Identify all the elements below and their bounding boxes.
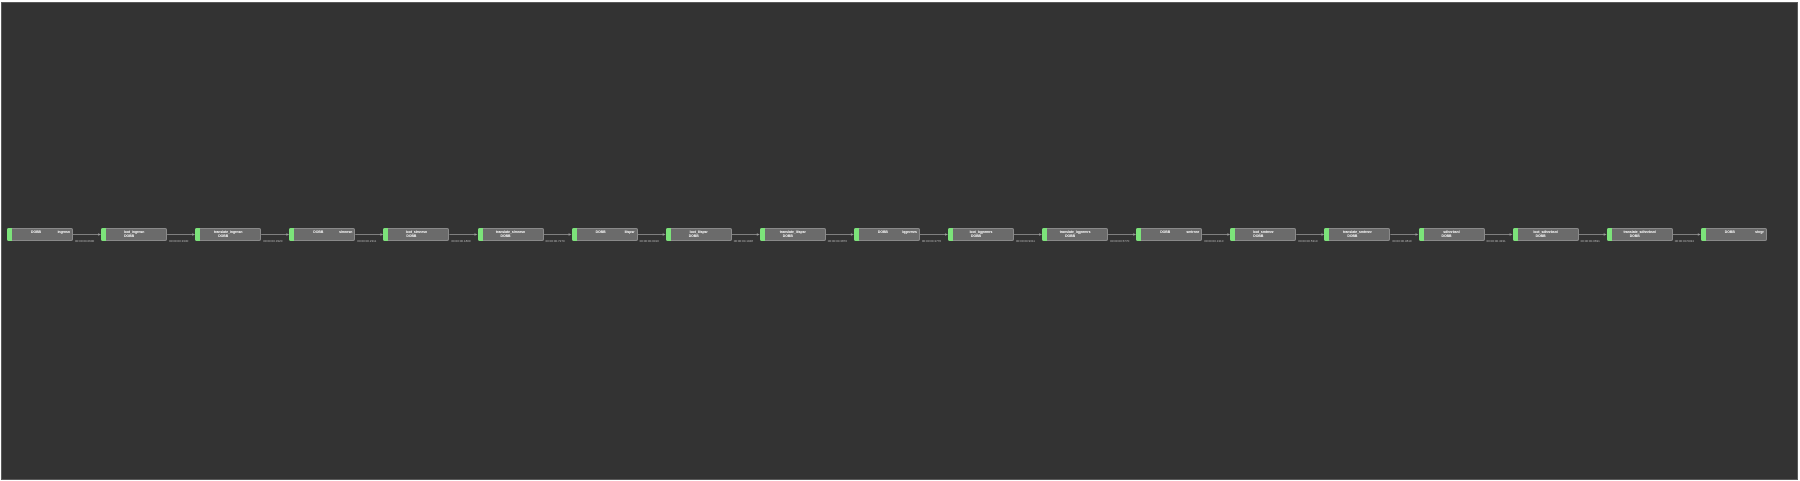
node-id: DOBB [1629, 234, 1640, 238]
node-id: ingrnsn [57, 230, 70, 234]
node-name: translate_ingrnsn [213, 230, 243, 234]
node-id: DOBB [124, 234, 135, 238]
node-id: DOBB [406, 234, 417, 238]
edge-duration-label: 00:00:00.3330 [169, 239, 189, 243]
edge-duration-label: 00:00:00.1800 [451, 239, 471, 243]
edge-duration-label: 00:00:00.5310 [1298, 239, 1318, 243]
node-id: liispsr [624, 230, 635, 234]
node-name: translate_smtrnnr [1342, 230, 1372, 234]
status-indicator [289, 228, 295, 241]
flow-node[interactable]: loot_slmnrsn DOBB [383, 228, 450, 241]
status-indicator [7, 228, 12, 241]
node-name: translate_slmnrsn [495, 230, 526, 234]
node-name: DOBB [595, 230, 606, 234]
node-id: DOBB [500, 234, 511, 238]
flow-node[interactable]: translate_liispsr DOBB [759, 228, 826, 241]
edge-duration-label: 00:00:00.2311 [357, 239, 377, 243]
node-name: loot_ingrnsn [123, 230, 145, 234]
edge-duration-label: 00:00:00.7270 [545, 239, 565, 243]
node-id: DOBB [1253, 234, 1264, 238]
diagram-canvas[interactable]: DOBB ingrnsn loot_ingrnsn DOBB translate_ing… [0, 0, 1800, 481]
node-id: DOBB [782, 234, 793, 238]
node-id: slmnrsn [339, 230, 353, 234]
node-id: DOBB [688, 234, 699, 238]
edge-duration-label: 00:00:00.1310 [1204, 239, 1224, 243]
node-id: lqgnrmrs [902, 230, 917, 234]
flow-node[interactable]: loot_liispsr DOBB [665, 228, 732, 241]
node-name: translate_lqgnrmrs [1059, 230, 1091, 234]
node-name: loot_smtrnnr [1252, 230, 1274, 234]
node-name: loot_slmnrsn [405, 230, 428, 234]
node-id: DOBB [1441, 234, 1452, 238]
status-indicator [571, 228, 577, 241]
edge-duration-label: 00:00:00.0691 [1580, 239, 1600, 243]
flow-node[interactable]: sdhnrbsnl DOBB [1418, 228, 1485, 241]
edge-duration-label: 00:00:00.0010 [639, 239, 659, 243]
node-id: DOBB [1347, 234, 1358, 238]
node-name: DOBB [877, 230, 888, 234]
node-name: loot_lqgnrmrs [969, 230, 993, 234]
node-name: DOBB [31, 230, 41, 234]
edge-duration-label: 00:00:00.9311 [1016, 239, 1035, 243]
flow-node[interactable]: DOBB liispsr [571, 228, 638, 241]
flow-node[interactable]: DOBB lqgnrmrs [853, 228, 920, 241]
node-name: DOBB [313, 230, 324, 234]
node-name: DOBB [1160, 230, 1171, 234]
flow-node[interactable]: loot_smtrnnr DOBB [1230, 228, 1297, 241]
status-indicator [1700, 228, 1706, 241]
flow-node[interactable]: translate_slmnrsn DOBB [477, 228, 544, 241]
edge-duration-label: 00:00:00.0600 [75, 239, 95, 243]
edge-duration-label: 00:00:00.3320 [263, 239, 283, 243]
flow-node[interactable]: translate_ingrnsn DOBB [195, 228, 262, 241]
edge-duration-label: 00:00:00.4331 [1486, 239, 1506, 243]
flow-node[interactable]: translate_smtrnnr DOBB [1324, 228, 1391, 241]
node-id: DOBB [1535, 234, 1546, 238]
node-name: DOBB [1724, 230, 1735, 234]
status-indicator [853, 228, 859, 241]
edge-duration-label: 00:00:00.3770 [921, 239, 942, 243]
edge-duration-label: 00:00:00.1048 [733, 239, 753, 243]
node-id: DOBB [1065, 234, 1076, 238]
node-id: DOBB [218, 234, 229, 238]
flow-node[interactable]: loot_sdhnrbsnl DOBB [1512, 228, 1579, 241]
flow-node[interactable]: DOBB shrgr [1700, 228, 1767, 241]
node-id: smtrnnr [1186, 230, 1200, 234]
node-name: sdhnrbsnl [1443, 230, 1460, 234]
flow-node[interactable]: DOBB ingrnsn [7, 228, 73, 241]
flow-node[interactable]: loot_ingrnsn DOBB [101, 228, 168, 241]
edge-duration-label: 00:00:00.3810 [1392, 239, 1412, 243]
flow-node[interactable]: loot_lqgnrmrs DOBB [948, 228, 1014, 241]
node-id: shrgr [1755, 230, 1764, 234]
status-indicator [1136, 228, 1142, 241]
node-id: DOBB [971, 234, 981, 238]
edge-duration-label: 00:00:00.5434 [1674, 239, 1694, 243]
edge-duration-label: 00:00:00.3870 [827, 239, 847, 243]
flow-node[interactable]: translate_lqgnrmrs DOBB [1042, 228, 1109, 241]
edge-duration-label: 00:00:00.5770 [1110, 239, 1130, 243]
flow-node[interactable]: DOBB slmnrsn [289, 228, 356, 241]
flow-node[interactable]: DOBB smtrnnr [1136, 228, 1203, 241]
flow-node[interactable]: translate_sdhnrbsnl DOBB [1606, 228, 1673, 241]
